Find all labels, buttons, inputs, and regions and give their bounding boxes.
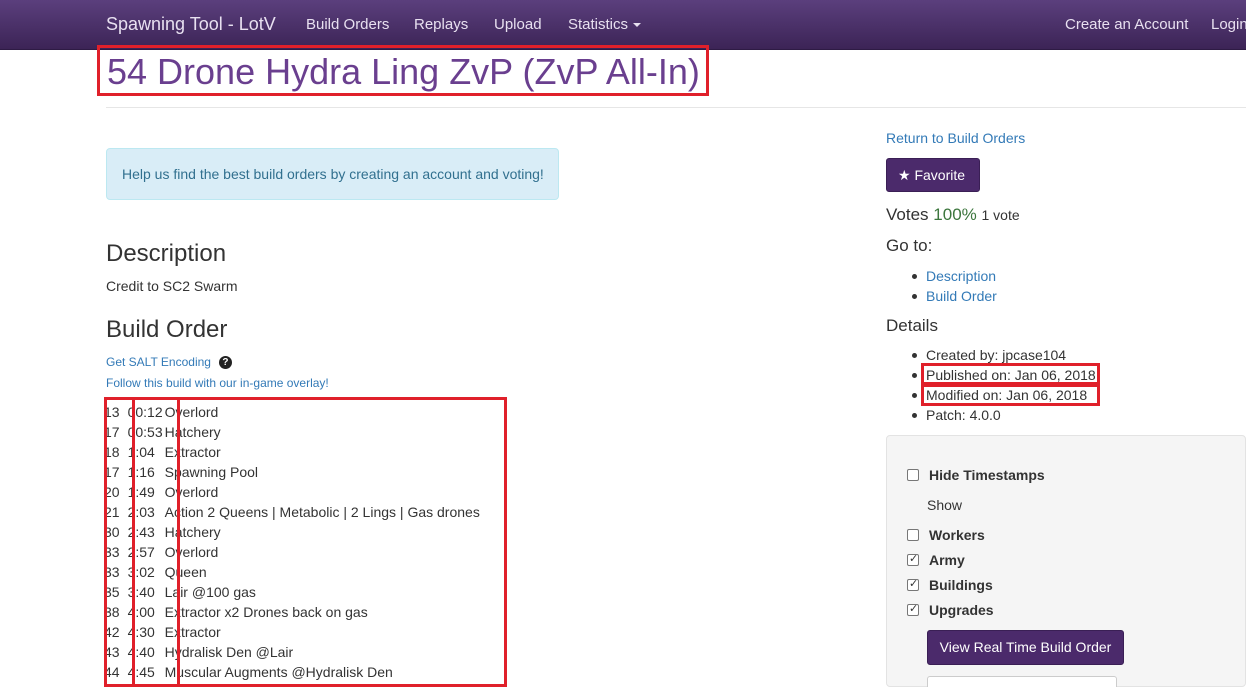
salt-encoding-link[interactable]: Get SALT Encoding bbox=[106, 355, 211, 369]
hide-timestamps-label: Hide Timestamps bbox=[929, 467, 1045, 483]
goto-item: Build Order bbox=[912, 288, 997, 304]
workers-label: Workers bbox=[929, 527, 985, 543]
page-title: 54 Drone Hydra Ling ZvP (ZvP All-In) bbox=[97, 45, 709, 96]
secondary-button-cut-off[interactable] bbox=[927, 676, 1117, 687]
buildings-checkbox[interactable] bbox=[907, 577, 919, 592]
nav-create-account[interactable]: Create an Account bbox=[1065, 16, 1188, 33]
upgrades-checkbox[interactable] bbox=[907, 602, 919, 617]
highlight-box-supply bbox=[104, 397, 135, 687]
build-order-heading: Build Order bbox=[106, 316, 228, 343]
description-heading: Description bbox=[106, 240, 227, 267]
workers-checkbox[interactable] bbox=[907, 529, 919, 542]
army-option[interactable]: Army bbox=[907, 552, 965, 568]
nav-statistics-label: Statistics bbox=[568, 16, 629, 33]
votes-label: Votes bbox=[886, 205, 929, 224]
nav-login[interactable]: Login bbox=[1211, 16, 1246, 33]
signup-alert: Help us find the best build orders by cr… bbox=[106, 148, 559, 200]
star-icon: ★ bbox=[898, 167, 911, 183]
caret-down-icon bbox=[633, 23, 642, 28]
favorite-button[interactable]: ★ Favorite bbox=[886, 158, 980, 192]
hide-timestamps-checkbox[interactable] bbox=[907, 469, 919, 482]
return-to-build-orders-link[interactable]: Return to Build Orders bbox=[886, 130, 1025, 146]
title-divider bbox=[106, 107, 1246, 108]
detail-item: Patch: 4.0.0 bbox=[912, 407, 1001, 423]
army-checkbox[interactable] bbox=[907, 552, 919, 567]
details-heading: Details bbox=[886, 316, 938, 335]
nav-build-orders[interactable]: Build Orders bbox=[306, 16, 389, 33]
goto-build-order-link[interactable]: Build Order bbox=[926, 288, 997, 304]
goto-heading: Go to: bbox=[886, 236, 933, 255]
buildings-option[interactable]: Buildings bbox=[907, 577, 993, 593]
help-icon[interactable]: ? bbox=[218, 356, 232, 370]
nav-upload[interactable]: Upload bbox=[494, 16, 542, 33]
nav-replays[interactable]: Replays bbox=[414, 16, 468, 33]
nav-statistics-dropdown[interactable]: Statistics bbox=[568, 16, 642, 33]
army-label: Army bbox=[929, 552, 965, 568]
upgrades-label: Upgrades bbox=[929, 602, 994, 618]
votes-row: Votes 100% 1 vote bbox=[886, 205, 1020, 225]
patch-version: Patch: 4.0.0 bbox=[926, 407, 1001, 423]
hide-timestamps-option[interactable]: Hide Timestamps bbox=[907, 467, 1045, 483]
votes-percent: 100% bbox=[933, 205, 977, 224]
buildings-label: Buildings bbox=[929, 577, 993, 593]
upgrades-option[interactable]: Upgrades bbox=[907, 602, 994, 618]
favorite-label: Favorite bbox=[914, 167, 966, 183]
brand-link[interactable]: Spawning Tool - LotV bbox=[106, 14, 276, 35]
votes-count: 1 vote bbox=[981, 207, 1020, 223]
goto-item: Description bbox=[912, 268, 996, 284]
created-by: Created by: jpcase104 bbox=[926, 347, 1067, 363]
highlight-box-time bbox=[132, 397, 180, 687]
detail-item: Created by: jpcase104 bbox=[912, 347, 1066, 363]
salt-encoding-row: Get SALT Encoding? bbox=[106, 355, 232, 370]
highlight-box-published bbox=[921, 363, 1100, 385]
overlay-link[interactable]: Follow this build with our in-game overl… bbox=[106, 376, 329, 390]
top-navbar: Spawning Tool - LotV Build Orders Replay… bbox=[0, 0, 1246, 50]
view-real-time-build-order-button[interactable]: View Real Time Build Order bbox=[927, 630, 1124, 665]
show-label: Show bbox=[927, 497, 963, 513]
workers-option[interactable]: Workers bbox=[907, 527, 985, 543]
description-text: Credit to SC2 Swarm bbox=[106, 278, 238, 294]
goto-description-link[interactable]: Description bbox=[926, 268, 996, 284]
highlight-box-modified bbox=[921, 384, 1100, 406]
